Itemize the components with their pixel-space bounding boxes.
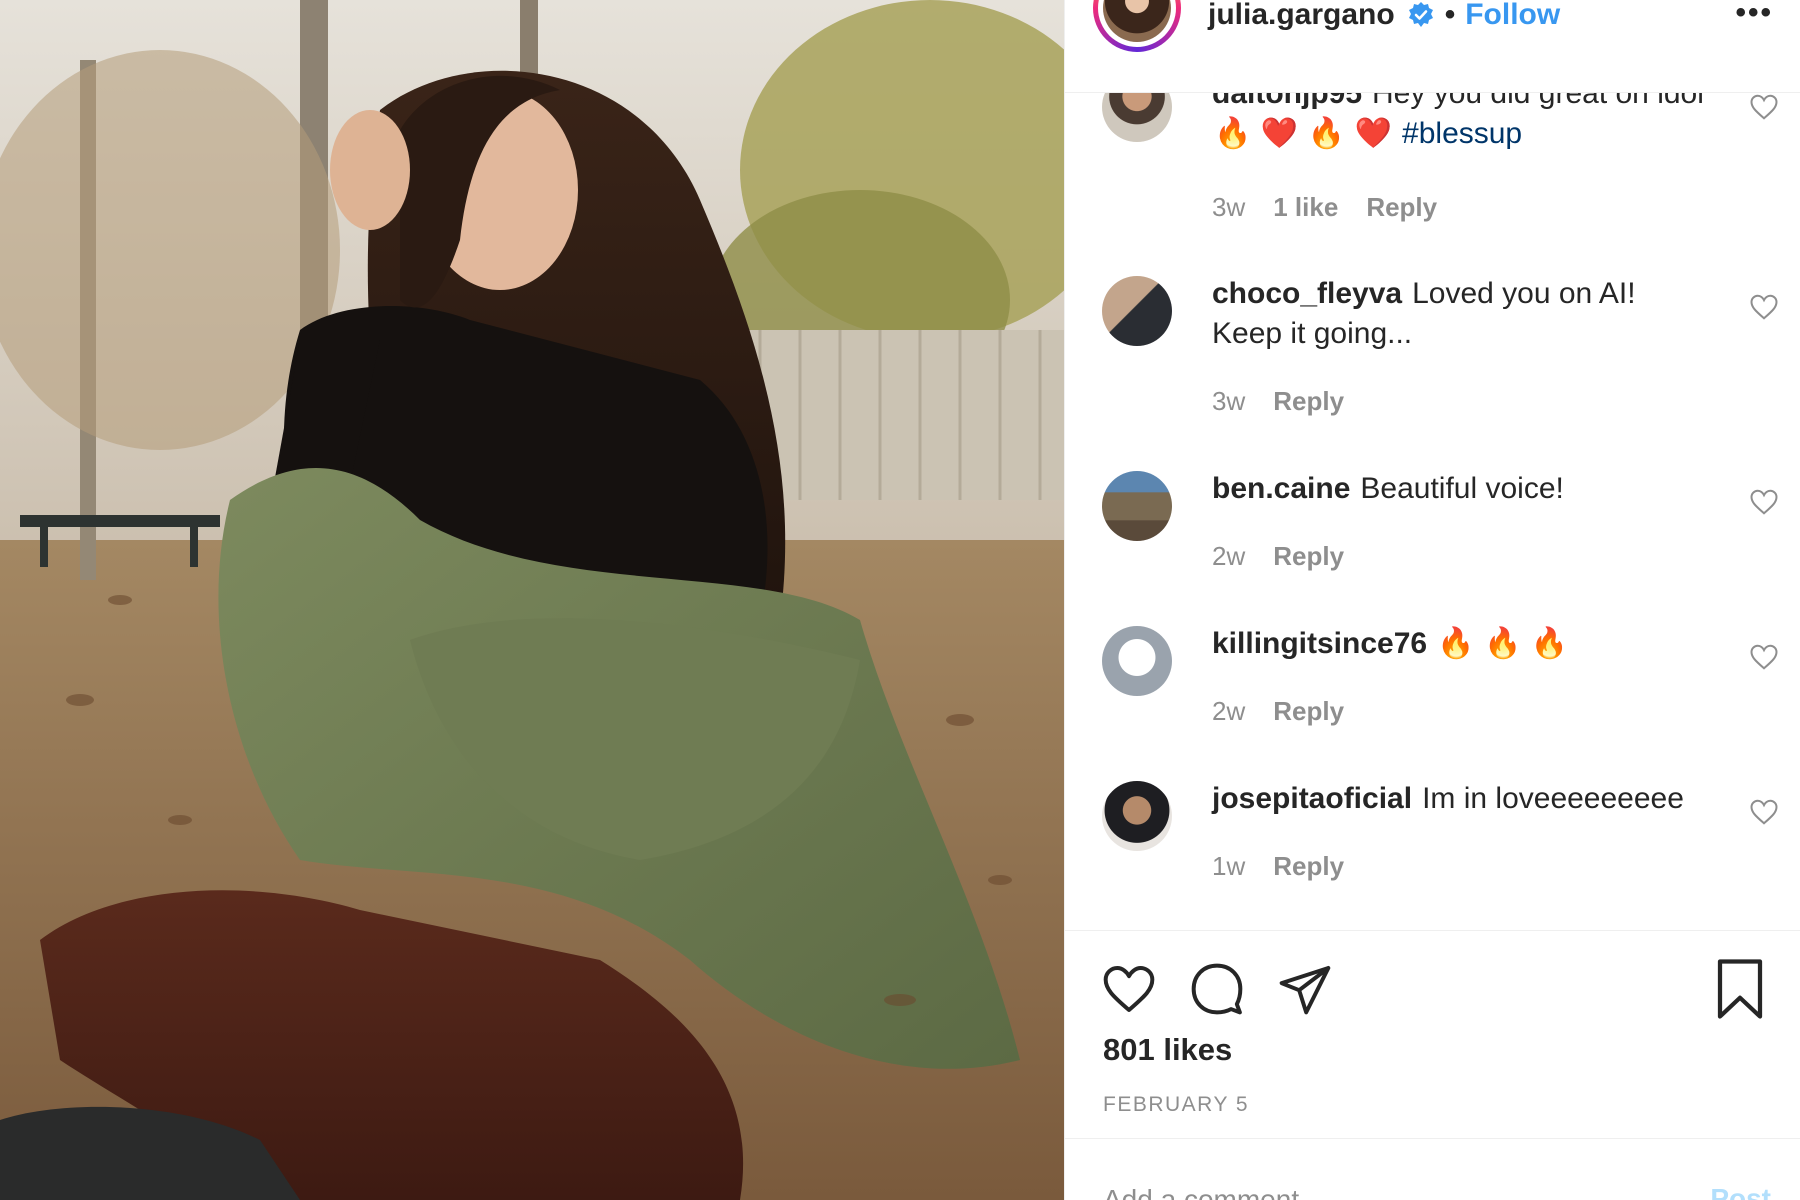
- instagram-post-view: julia.gargano • Follow ••• daltonjp95 Hey…: [0, 0, 1800, 1200]
- likes-count[interactable]: 801 likes: [1103, 1032, 1232, 1068]
- comment-username[interactable]: choco_fleyva: [1212, 277, 1402, 310]
- comment-username[interactable]: ben.caine: [1212, 472, 1350, 505]
- more-options-icon[interactable]: •••: [1735, 0, 1773, 28]
- reply-button[interactable]: Reply: [1273, 696, 1344, 727]
- comment-time[interactable]: 2w: [1212, 541, 1245, 572]
- comment-bubble-icon[interactable]: [1189, 961, 1245, 1017]
- commenter-avatar[interactable]: [1102, 626, 1172, 696]
- comment-like-heart-icon[interactable]: [1749, 642, 1779, 672]
- commenter-avatar[interactable]: [1102, 471, 1172, 541]
- commenter-avatar[interactable]: [1102, 781, 1172, 851]
- share-send-icon[interactable]: [1277, 961, 1333, 1017]
- comment-meta: 1w Reply: [1212, 851, 1344, 882]
- comment-time[interactable]: 1w: [1212, 851, 1245, 882]
- author-info: julia.gargano • Follow: [1208, 0, 1560, 30]
- comment-time[interactable]: 3w: [1212, 192, 1245, 223]
- comment-like-count[interactable]: 1 like: [1273, 192, 1338, 223]
- post-side-panel: julia.gargano • Follow ••• daltonjp95 Hey…: [1064, 0, 1800, 1200]
- comment-meta: 2w Reply: [1212, 541, 1344, 572]
- commenter-avatar[interactable]: [1102, 276, 1172, 346]
- comment-username[interactable]: killingitsince76: [1212, 627, 1427, 660]
- reply-button[interactable]: Reply: [1273, 386, 1344, 417]
- comment-body: josepitaoficial Im in loveeeeeeeee: [1212, 779, 1712, 819]
- comment-like-heart-icon[interactable]: [1749, 797, 1779, 827]
- comment-body: choco_fleyva Loved you on AI! Keep it goi…: [1212, 274, 1712, 354]
- post-header: julia.gargano • Follow •••: [1065, 0, 1800, 93]
- comment-meta: 3w 1 like Reply: [1212, 192, 1437, 223]
- comment-like-heart-icon[interactable]: [1749, 92, 1779, 122]
- comments-list[interactable]: daltonjp95 Hey you did great on idol🔥 ❤️ …: [1065, 82, 1800, 928]
- comment-body: ben.caine Beautiful voice!: [1212, 469, 1712, 509]
- add-comment-bar: Post: [1065, 1138, 1800, 1200]
- comment-time[interactable]: 2w: [1212, 696, 1245, 727]
- photo-illustration: [0, 0, 1064, 1200]
- author-avatar[interactable]: [1093, 0, 1181, 52]
- reply-button[interactable]: Reply: [1273, 851, 1344, 882]
- comment-body: killingitsince76 🔥 🔥 🔥: [1212, 624, 1712, 664]
- post-comment-button[interactable]: Post: [1710, 1183, 1771, 1200]
- post-date[interactable]: FEBRUARY 5: [1103, 1093, 1249, 1117]
- comment-meta: 2w Reply: [1212, 696, 1344, 727]
- author-username[interactable]: julia.gargano: [1208, 0, 1395, 30]
- comment-meta: 3w Reply: [1212, 386, 1344, 417]
- comment-like-heart-icon[interactable]: [1749, 292, 1779, 322]
- bookmark-save-icon[interactable]: [1713, 959, 1767, 1019]
- follow-button[interactable]: Follow: [1465, 0, 1560, 30]
- header-separator: •: [1444, 0, 1456, 31]
- comment-like-heart-icon[interactable]: [1749, 487, 1779, 517]
- comment-time[interactable]: 3w: [1212, 386, 1245, 417]
- verified-badge-icon: [1407, 1, 1435, 29]
- comment-text: 🔥 🔥 🔥: [1437, 626, 1569, 661]
- comment-hashtag[interactable]: #blessup: [1402, 117, 1522, 150]
- comment-username[interactable]: josepitaoficial: [1212, 782, 1412, 815]
- post-actions: 801 likes FEBRUARY 5: [1065, 930, 1800, 1141]
- like-heart-icon[interactable]: [1101, 961, 1157, 1017]
- comment-text: Im in loveeeeeeeee: [1422, 782, 1684, 815]
- comment-emoji: 🔥 ❤️ 🔥 ❤️: [1214, 116, 1393, 151]
- post-photo[interactable]: [0, 0, 1064, 1200]
- add-comment-input[interactable]: [1101, 1183, 1665, 1200]
- comment-text: Beautiful voice!: [1360, 472, 1564, 505]
- reply-button[interactable]: Reply: [1366, 192, 1437, 223]
- reply-button[interactable]: Reply: [1273, 541, 1344, 572]
